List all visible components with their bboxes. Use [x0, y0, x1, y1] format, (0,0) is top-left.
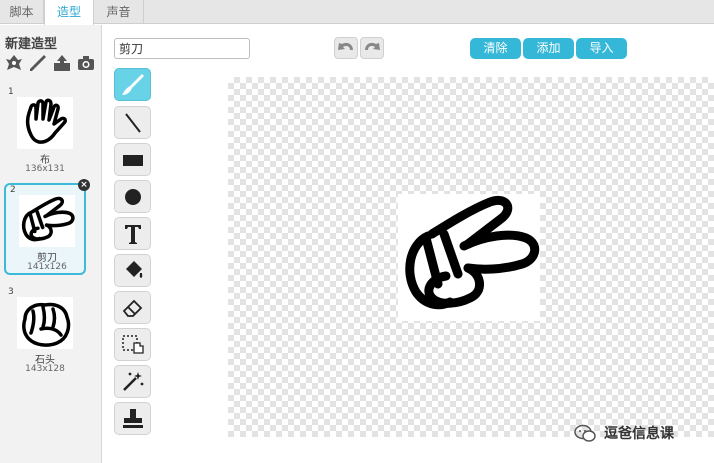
text-tool[interactable]	[114, 217, 151, 250]
costume-item-paper[interactable]: 1 布 136x131	[4, 87, 86, 179]
select-tool[interactable]	[114, 328, 151, 361]
scissors-hand-drawing[interactable]	[398, 194, 540, 321]
stamp-tool[interactable]	[114, 402, 151, 435]
costume-thumbnail	[17, 97, 73, 149]
select-hand-icon	[122, 335, 144, 354]
line-tool[interactable]	[114, 106, 151, 139]
paint-brush-icon[interactable]	[28, 53, 48, 73]
camera-icon[interactable]	[76, 53, 96, 73]
undo-button[interactable]	[334, 37, 358, 59]
undo-icon	[338, 42, 353, 50]
new-costume-toolbar	[4, 53, 100, 75]
costume-name-input[interactable]	[114, 38, 250, 59]
stamp-icon	[123, 409, 143, 428]
ellipse-tool[interactable]	[114, 180, 151, 213]
fill-tool[interactable]	[114, 254, 151, 287]
tab-scripts[interactable]: 脚本	[0, 0, 44, 24]
upload-icon[interactable]	[52, 53, 72, 73]
new-costume-label: 新建造型	[5, 37, 58, 52]
costume-thumbnail	[19, 195, 75, 247]
paint-bucket-icon	[126, 261, 143, 278]
magic-wand-tool[interactable]	[114, 365, 151, 398]
eraser-tool[interactable]	[114, 291, 151, 324]
costume-size: 136x131	[25, 164, 65, 174]
undo-redo-group	[334, 37, 386, 59]
eraser-icon	[122, 299, 143, 317]
rectangle-tool[interactable]	[114, 143, 151, 176]
delete-costume-icon[interactable]: ×	[78, 179, 90, 191]
costume-panel: 新建造型 1 布 136x131 2 × 剪刀 141x126 3 石头 143…	[0, 25, 102, 463]
add-button[interactable]: 添加	[523, 38, 574, 59]
costume-size: 141x126	[27, 262, 67, 272]
paintbrush-tool[interactable]	[114, 68, 151, 101]
costume-item-scissors[interactable]: 2 × 剪刀 141x126	[4, 179, 90, 275]
tab-bar: 脚本 造型 声音	[0, 0, 714, 25]
ellipse-icon	[125, 189, 141, 205]
text-icon	[125, 225, 141, 244]
magic-wand-icon	[123, 372, 144, 391]
costume-thumbnail	[17, 297, 73, 349]
costume-item-rock[interactable]: 3 石头 143x128	[4, 287, 86, 379]
import-button[interactable]: 导入	[576, 38, 627, 59]
sprite-library-icon[interactable]	[4, 53, 24, 73]
costume-number: 1	[8, 87, 14, 97]
drawing-canvas[interactable]	[228, 77, 714, 437]
costume-number: 2	[10, 185, 16, 195]
wechat-icon	[574, 424, 596, 442]
watermark-text: 逗爸信息课	[604, 426, 674, 442]
costume-number: 3	[8, 287, 14, 297]
redo-button[interactable]	[360, 37, 384, 59]
rectangle-icon	[123, 155, 143, 166]
line-icon	[125, 113, 141, 133]
costume-size: 143x128	[25, 364, 65, 374]
redo-icon	[365, 42, 380, 50]
tab-sounds[interactable]: 声音	[94, 0, 144, 24]
tab-costumes[interactable]: 造型	[44, 0, 94, 25]
paintbrush-icon	[122, 74, 144, 95]
clear-button[interactable]: 清除	[470, 38, 521, 59]
